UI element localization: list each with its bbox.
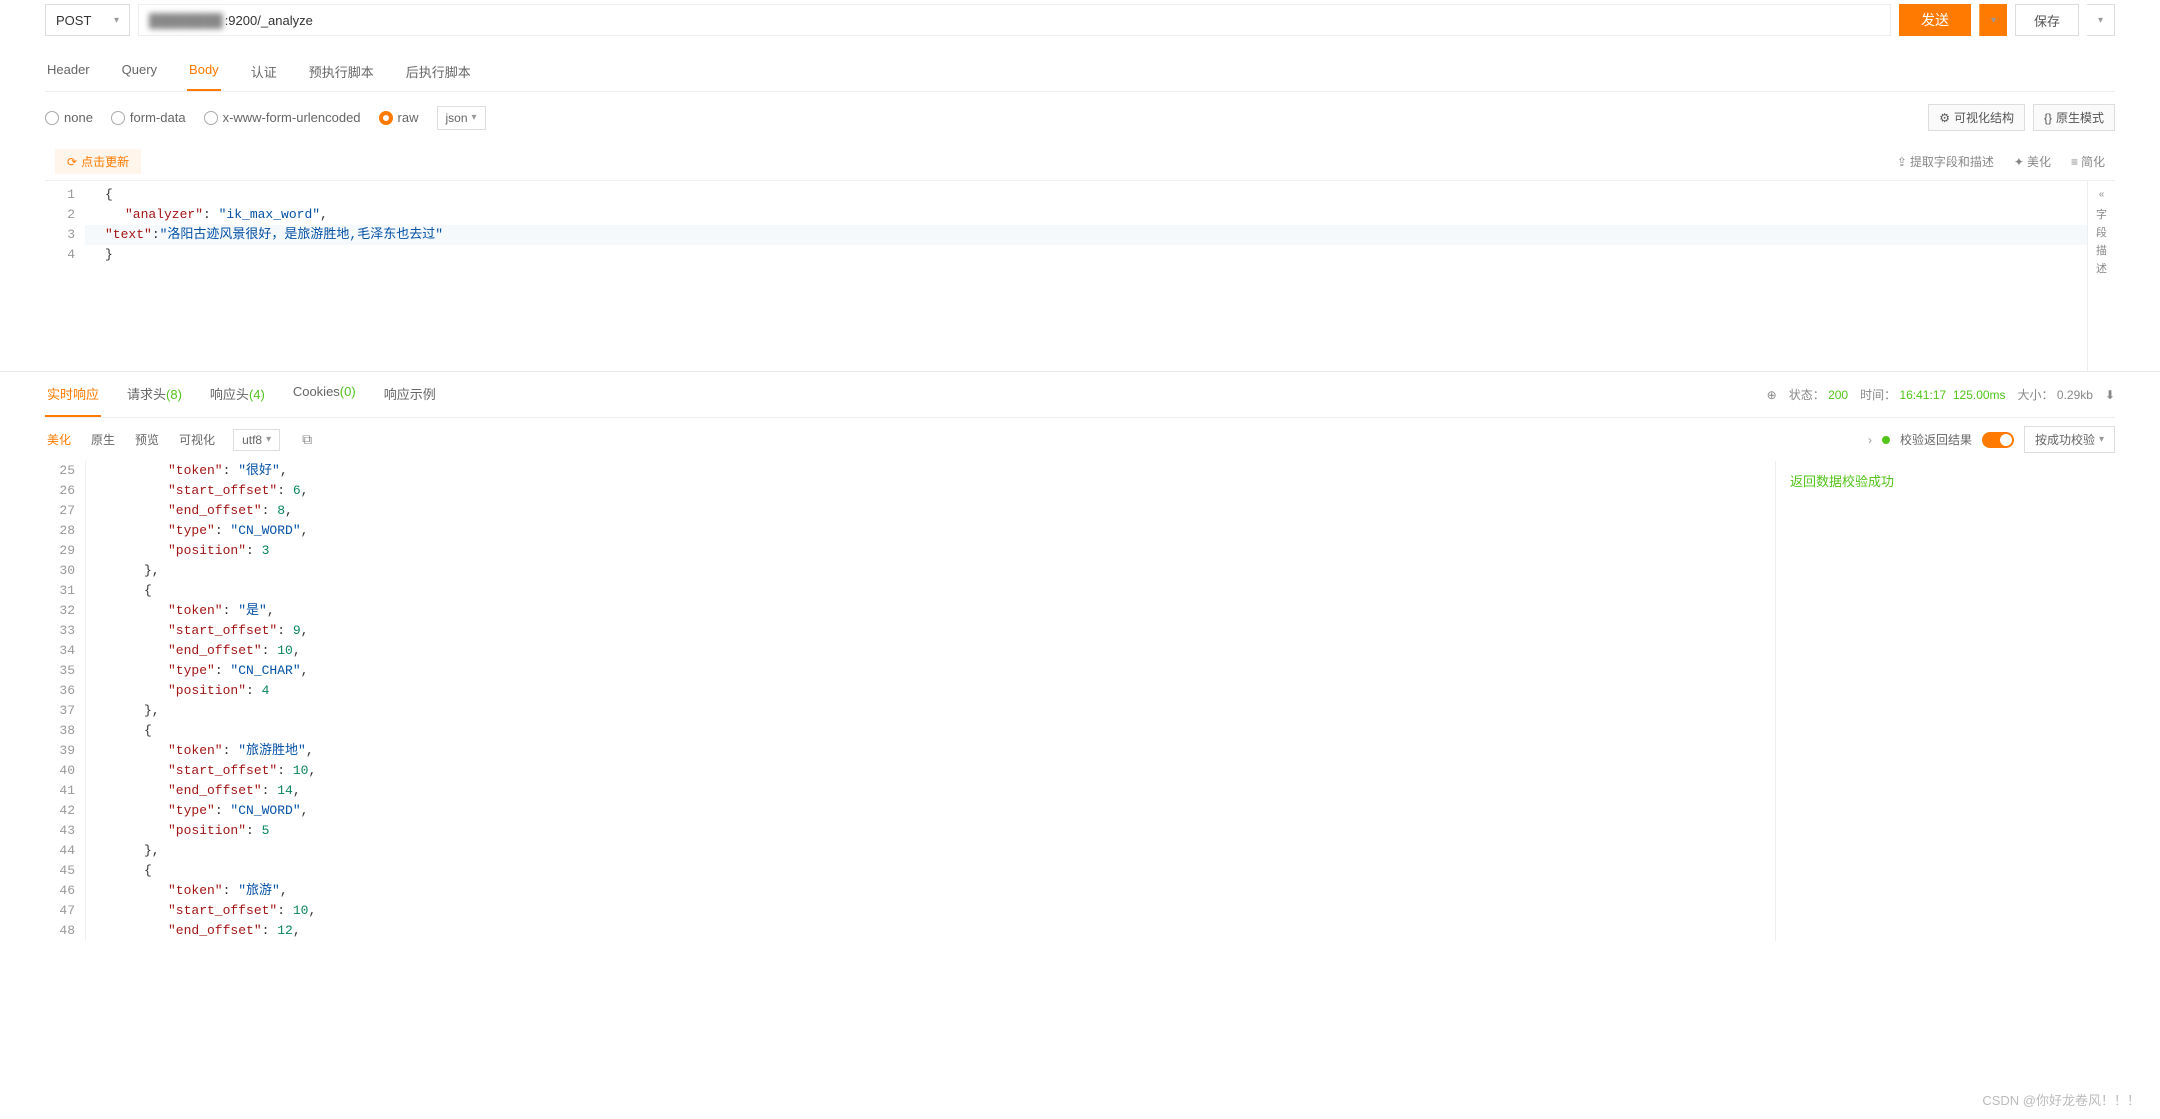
chevron-down-icon: ▾	[1991, 15, 1996, 26]
native-mode-button[interactable]: {}原生模式	[2033, 104, 2115, 131]
visual-structure-button[interactable]: ⚙可视化结构	[1928, 104, 2025, 131]
line-gutter: 1234	[45, 185, 85, 367]
save-dropdown[interactable]: ▾	[2087, 4, 2115, 36]
response-view-tabs: 美化 原生 预览 可视化 utf8▾ ⧉	[45, 427, 318, 452]
tab-body[interactable]: Body	[187, 52, 221, 91]
request-tabs: Header Query Body 认证 预执行脚本 后执行脚本	[45, 52, 2115, 92]
extract-fields-button[interactable]: ⇪ 提取字段和描述	[1897, 153, 1994, 170]
tab-pre-script[interactable]: 预执行脚本	[307, 52, 376, 91]
refresh-icon: ⟳	[67, 155, 77, 169]
raw-format-select[interactable]: json▾	[437, 106, 486, 130]
tree-icon: ⚙	[1939, 111, 1950, 125]
tab-request-headers[interactable]: 请求头(8)	[125, 372, 184, 417]
globe-icon: ⊕	[1767, 388, 1777, 402]
send-dropdown[interactable]: ▾	[1979, 4, 2007, 36]
click-update-button[interactable]: ⟳点击更新	[55, 149, 141, 174]
tab-realtime-response[interactable]: 实时响应	[45, 372, 101, 417]
http-method-value: POST	[56, 13, 91, 28]
radio-none[interactable]: none	[45, 110, 93, 125]
response-status-bar: ⊕ 状态： 200 时间： 16:41:17 125.00ms 大小： 0.29…	[1767, 386, 2115, 403]
status-dot-icon	[1882, 436, 1890, 444]
chevron-down-icon: ▾	[2098, 15, 2103, 26]
download-icon[interactable]: ⬇	[2105, 388, 2115, 402]
radio-urlencoded[interactable]: x-www-form-urlencoded	[204, 110, 361, 125]
braces-icon: {}	[2044, 111, 2052, 125]
collapse-icon: «	[2099, 189, 2105, 200]
radio-raw[interactable]: raw	[379, 110, 419, 125]
radio-form-data[interactable]: form-data	[111, 110, 186, 125]
validation-toggle[interactable]	[1982, 432, 2014, 448]
view-beautify[interactable]: 美化	[45, 427, 73, 452]
tab-response-headers[interactable]: 响应头(4)	[208, 372, 267, 417]
url-host-blurred: ████████	[149, 13, 223, 28]
url-path: :9200/_analyze	[225, 13, 313, 28]
validation-title: 校验返回结果	[1900, 431, 1972, 448]
body-type-radios: none form-data x-www-form-urlencoded raw…	[45, 106, 486, 130]
request-url-row: POST ▾ ████████ :9200/_analyze 发送 ▾ 保存 ▾	[45, 0, 2115, 40]
expand-icon[interactable]: ›	[1868, 433, 1872, 447]
tab-post-script[interactable]: 后执行脚本	[404, 52, 473, 91]
tab-header[interactable]: Header	[45, 52, 92, 91]
validation-panel: 返回数据校验成功	[1775, 461, 2115, 941]
tab-response-example[interactable]: 响应示例	[382, 372, 438, 417]
copy-icon[interactable]: ⧉	[296, 431, 318, 448]
response-body-viewer[interactable]: 2526272829303132333435363738394041424344…	[45, 461, 1775, 941]
view-raw[interactable]: 原生	[89, 427, 117, 452]
chevron-down-icon: ▾	[114, 15, 119, 26]
simplify-button[interactable]: ≡ 简化	[2071, 153, 2105, 170]
validation-mode-select[interactable]: 按成功校验▾	[2024, 426, 2115, 453]
watermark: CSDN @你好龙卷风！！！	[1982, 1090, 2140, 1109]
view-preview[interactable]: 预览	[133, 427, 161, 452]
validation-success-message: 返回数据校验成功	[1790, 471, 2101, 490]
response-line-gutter: 2526272829303132333435363738394041424344…	[45, 461, 85, 941]
send-button[interactable]: 发送	[1899, 4, 1971, 36]
url-input[interactable]: ████████ :9200/_analyze	[138, 4, 1891, 36]
http-method-select[interactable]: POST ▾	[45, 4, 130, 36]
tab-cookies[interactable]: Cookies(0)	[291, 372, 358, 417]
chevron-down-icon: ▾	[472, 112, 477, 123]
beautify-button[interactable]: ✦ 美化	[2014, 153, 2051, 170]
response-tabs: 实时响应 请求头(8) 响应头(4) Cookies(0) 响应示例 ⊕ 状态：…	[45, 372, 2115, 418]
chevron-down-icon: ▾	[266, 434, 271, 445]
chevron-down-icon: ▾	[2099, 434, 2104, 445]
tab-query[interactable]: Query	[120, 52, 159, 91]
view-visual[interactable]: 可视化	[177, 427, 217, 452]
tab-auth[interactable]: 认证	[249, 52, 279, 91]
request-body-editor[interactable]: 1234 { "analyzer": "ik_max_word", "text"…	[45, 181, 2087, 371]
field-description-sidebar[interactable]: « 字段描述	[2087, 181, 2115, 371]
encoding-select[interactable]: utf8▾	[233, 429, 280, 451]
save-button[interactable]: 保存	[2015, 4, 2079, 36]
